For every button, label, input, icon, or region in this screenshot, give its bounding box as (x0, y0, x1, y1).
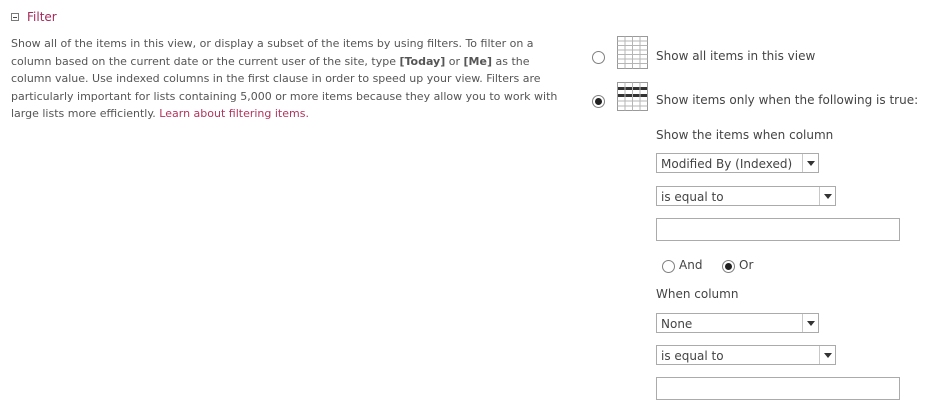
clause2-column-value: None (661, 317, 693, 331)
and-label: And (679, 258, 703, 272)
clause2-value-input[interactable] (656, 377, 900, 400)
collapse-icon[interactable] (11, 13, 19, 21)
chevron-down-icon (802, 154, 818, 172)
clause2-column-select[interactable]: None (656, 313, 819, 333)
section-title[interactable]: Filter (27, 10, 57, 24)
today-token: [Today] (399, 54, 446, 68)
show-all-label: Show all items in this view (656, 49, 816, 63)
filtered-items-grid-icon (617, 82, 648, 111)
clause1-value-input[interactable] (656, 218, 900, 241)
clause1-column-select[interactable]: Modified By (Indexed) (656, 153, 819, 173)
or-radio[interactable] (722, 260, 735, 273)
clause2-operator-value: is equal to (661, 349, 724, 363)
me-token: [Me] (463, 54, 492, 68)
clause1-operator-value: is equal to (661, 190, 724, 204)
or-label: Or (739, 258, 754, 272)
show-all-radio[interactable] (592, 51, 605, 64)
clause1-column-label: Show the items when column (656, 128, 834, 142)
all-items-grid-icon (617, 36, 648, 69)
filter-description: Show all of the items in this view, or d… (11, 35, 569, 123)
learn-filtering-link[interactable]: Learn about filtering items. (159, 107, 309, 120)
chevron-down-icon (819, 187, 835, 205)
show-filtered-radio[interactable] (592, 95, 605, 108)
chevron-down-icon (819, 346, 835, 364)
clause1-column-value: Modified By (Indexed) (661, 157, 793, 171)
description-text: or (445, 54, 464, 68)
clause2-operator-select[interactable]: is equal to (656, 345, 836, 365)
show-filtered-label: Show items only when the following is tr… (656, 93, 919, 107)
clause2-column-label: When column (656, 287, 739, 301)
and-radio[interactable] (662, 260, 675, 273)
chevron-down-icon (802, 314, 818, 332)
clause1-operator-select[interactable]: is equal to (656, 186, 836, 206)
